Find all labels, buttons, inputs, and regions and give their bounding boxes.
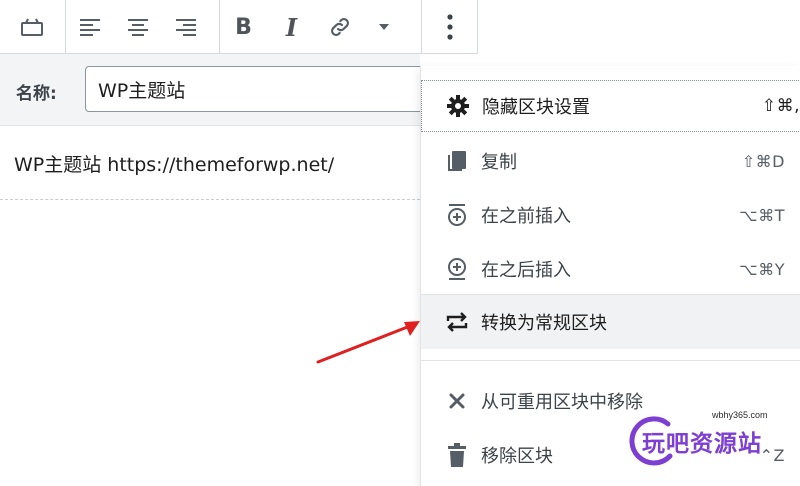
italic-button[interactable]: I bbox=[268, 0, 316, 54]
menu-item-label: 在之前插入 bbox=[481, 206, 571, 227]
name-input[interactable] bbox=[85, 66, 435, 112]
gear-icon bbox=[446, 94, 470, 118]
duplicate-icon bbox=[445, 149, 469, 173]
close-icon bbox=[445, 389, 469, 413]
trash-icon bbox=[445, 443, 469, 467]
watermark: wbhy365.com 玩吧资源站 bbox=[628, 410, 788, 470]
alignment-group bbox=[66, 0, 220, 54]
vertical-ellipsis-icon[interactable] bbox=[426, 0, 474, 54]
link-icon[interactable] bbox=[316, 0, 364, 54]
insert-after-icon bbox=[445, 257, 469, 281]
block-type-group bbox=[0, 0, 66, 54]
menu-item-shortcut: ⌥⌘T bbox=[739, 205, 785, 225]
bold-button[interactable]: B bbox=[220, 0, 268, 54]
reusable-block-icon[interactable] bbox=[8, 0, 56, 54]
menu-item-convert-to-regular[interactable]: 转换为常规区块 bbox=[421, 295, 800, 349]
italic-label: I bbox=[285, 12, 298, 42]
block-divider bbox=[0, 199, 420, 200]
more-options-group bbox=[422, 0, 477, 54]
menu-separator bbox=[421, 360, 800, 361]
bold-label: B bbox=[235, 14, 252, 40]
watermark-name: 玩吧资源站 bbox=[642, 431, 762, 457]
convert-icon bbox=[445, 310, 469, 334]
align-left-icon[interactable] bbox=[66, 0, 114, 54]
menu-item-insert-before[interactable]: 在之前插入 ⌥⌘T bbox=[421, 188, 800, 242]
menu-item-label: 从可重用区块中移除 bbox=[481, 392, 643, 413]
insert-before-icon bbox=[445, 203, 469, 227]
menu-item-shortcut: ⇧⌘, bbox=[761, 96, 800, 116]
watermark-domain: wbhy365.com bbox=[712, 410, 768, 420]
block-toolbar: B I bbox=[0, 0, 478, 54]
menu-item-duplicate[interactable]: 复制 ⇧⌘D bbox=[421, 134, 800, 188]
format-group: B I bbox=[220, 0, 423, 54]
menu-item-shortcut: ⇧⌘D bbox=[741, 151, 785, 171]
align-center-icon[interactable] bbox=[114, 0, 162, 54]
name-label: 名称: bbox=[16, 84, 57, 104]
block-content-text[interactable]: WP主题站 https://themeforwp.net/ bbox=[14, 150, 334, 177]
menu-item-insert-after[interactable]: 在之后插入 ⌥⌘Y bbox=[421, 242, 800, 296]
annotation-arrow bbox=[316, 321, 420, 364]
menu-item-label: 转换为常规区块 bbox=[481, 313, 607, 334]
menu-item-shortcut: ⌥⌘Y bbox=[739, 259, 785, 279]
menu-item-hide-settings[interactable]: 隐藏区块设置 ⇧⌘, bbox=[421, 80, 800, 132]
menu-item-label: 隐藏区块设置 bbox=[482, 97, 590, 118]
menu-item-label: 复制 bbox=[481, 152, 517, 173]
caret-down-icon[interactable] bbox=[364, 0, 404, 54]
reusable-block-name-row: 名称: bbox=[0, 54, 435, 126]
menu-item-label: 移除区块 bbox=[481, 446, 553, 467]
align-right-icon[interactable] bbox=[162, 0, 210, 54]
menu-item-label: 在之后插入 bbox=[481, 260, 571, 281]
